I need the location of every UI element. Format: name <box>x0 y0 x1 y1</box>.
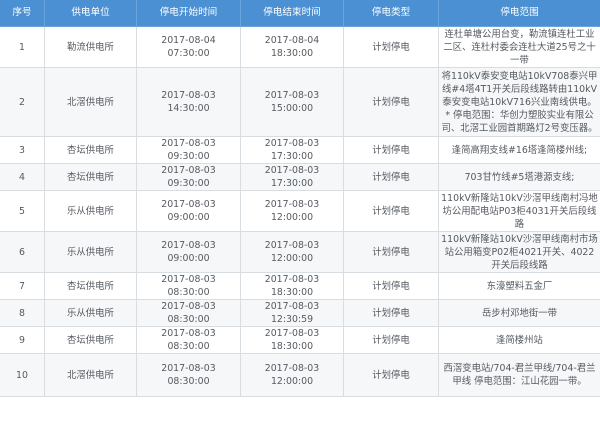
cell-outage-range: 110kV新隆站10kV沙滘甲线南村冯地坊公用配电站P03柜4031开关后段线路 <box>438 190 600 232</box>
cell-index: 2 <box>0 67 45 137</box>
cell-outage-range: 703甘竹线#5塔港源支线; <box>438 163 600 191</box>
cell-unit: 勒流供电所 <box>44 26 137 68</box>
header-end-time[interactable]: 停电结束时间 <box>240 0 344 27</box>
cell-index: 8 <box>0 299 45 327</box>
cell-outage-type: 计划停电 <box>343 272 439 300</box>
cell-start-time: 2017-08-03 14:30:00 <box>136 67 241 137</box>
cell-start-time: 2017-08-03 09:00:00 <box>136 231 241 273</box>
cell-unit: 杏坛供电所 <box>44 136 137 164</box>
cell-outage-type: 计划停电 <box>343 26 439 68</box>
table-row: 2 北滘供电所 2017-08-03 14:30:00 2017-08-03 1… <box>0 67 600 137</box>
cell-end-time: 2017-08-03 17:30:00 <box>240 136 344 164</box>
cell-unit: 乐从供电所 <box>44 299 137 327</box>
cell-outage-range: 西滘变电站/704-君兰甲线/704-君兰甲线 停电范围：江山花园一带。 <box>438 353 600 397</box>
cell-outage-type: 计划停电 <box>343 67 439 137</box>
cell-outage-range: 东濠塑料五金厂 <box>438 272 600 300</box>
table-row: 7 杏坛供电所 2017-08-03 08:30:00 2017-08-03 1… <box>0 272 600 300</box>
table-header-row: 序号 供电单位 停电开始时间 停电结束时间 停电类型 停电范围 <box>0 0 600 27</box>
cell-outage-type: 计划停电 <box>343 231 439 273</box>
table-row: 1 勒流供电所 2017-08-04 07:30:00 2017-08-04 1… <box>0 26 600 68</box>
cell-start-time: 2017-08-03 09:30:00 <box>136 163 241 191</box>
cell-start-time: 2017-08-03 09:30:00 <box>136 136 241 164</box>
cell-outage-range: 逢简高翔支线#16塔逢简楼州线; <box>438 136 600 164</box>
header-outage-range[interactable]: 停电范围 <box>438 0 600 27</box>
cell-outage-range: 将110kV泰安变电站10kV708泰兴甲线#4塔4T1开关后段线路转由110k… <box>438 67 600 137</box>
cell-index: 9 <box>0 326 45 354</box>
header-unit[interactable]: 供电单位 <box>44 0 137 27</box>
header-outage-type[interactable]: 停电类型 <box>343 0 439 27</box>
cell-end-time: 2017-08-03 18:30:00 <box>240 272 344 300</box>
cell-end-time: 2017-08-03 12:00:00 <box>240 190 344 232</box>
cell-start-time: 2017-08-03 08:30:00 <box>136 326 241 354</box>
table-row: 9 杏坛供电所 2017-08-03 08:30:00 2017-08-03 1… <box>0 326 600 354</box>
header-start-time[interactable]: 停电开始时间 <box>136 0 241 27</box>
cell-start-time: 2017-08-04 07:30:00 <box>136 26 241 68</box>
table-row: 4 杏坛供电所 2017-08-03 09:30:00 2017-08-03 1… <box>0 163 600 191</box>
cell-end-time: 2017-08-03 12:30:59 <box>240 299 344 327</box>
cell-index: 5 <box>0 190 45 232</box>
cell-index: 7 <box>0 272 45 300</box>
table-row: 5 乐从供电所 2017-08-03 09:00:00 2017-08-03 1… <box>0 190 600 232</box>
table-row: 8 乐从供电所 2017-08-03 08:30:00 2017-08-03 1… <box>0 299 600 327</box>
cell-outage-type: 计划停电 <box>343 190 439 232</box>
cell-unit: 杏坛供电所 <box>44 326 137 354</box>
cell-outage-range: 连杜单塘公用台变，勒流镇连杜工业二区、连杜村委会连杜大道25号之十一带 <box>438 26 600 68</box>
cell-index: 10 <box>0 353 45 397</box>
cell-end-time: 2017-08-04 18:30:00 <box>240 26 344 68</box>
outage-table-page: 序号 供电单位 停电开始时间 停电结束时间 停电类型 停电范围 1 勒流供电所 … <box>0 0 600 444</box>
cell-index: 3 <box>0 136 45 164</box>
cell-index: 1 <box>0 26 45 68</box>
power-outage-table: 序号 供电单位 停电开始时间 停电结束时间 停电类型 停电范围 1 勒流供电所 … <box>0 0 600 397</box>
cell-unit: 北滘供电所 <box>44 67 137 137</box>
cell-unit: 北滘供电所 <box>44 353 137 397</box>
cell-outage-type: 计划停电 <box>343 136 439 164</box>
cell-outage-type: 计划停电 <box>343 326 439 354</box>
cell-start-time: 2017-08-03 08:30:00 <box>136 299 241 327</box>
table-row: 3 杏坛供电所 2017-08-03 09:30:00 2017-08-03 1… <box>0 136 600 164</box>
cell-outage-range: 逢简楼州站 <box>438 326 600 354</box>
cell-end-time: 2017-08-03 12:00:00 <box>240 353 344 397</box>
cell-start-time: 2017-08-03 08:30:00 <box>136 353 241 397</box>
cell-outage-type: 计划停电 <box>343 163 439 191</box>
cell-end-time: 2017-08-03 12:00:00 <box>240 231 344 273</box>
cell-start-time: 2017-08-03 09:00:00 <box>136 190 241 232</box>
cell-end-time: 2017-08-03 18:30:00 <box>240 326 344 354</box>
cell-unit: 杏坛供电所 <box>44 272 137 300</box>
cell-end-time: 2017-08-03 15:00:00 <box>240 67 344 137</box>
header-index[interactable]: 序号 <box>0 0 45 27</box>
cell-outage-range: 110kV新隆站10kV沙滘甲线南村市场站公用箱变P02柜4021开关、4022… <box>438 231 600 273</box>
table-row: 6 乐从供电所 2017-08-03 09:00:00 2017-08-03 1… <box>0 231 600 273</box>
cell-unit: 乐从供电所 <box>44 190 137 232</box>
cell-index: 4 <box>0 163 45 191</box>
table-row: 10 北滘供电所 2017-08-03 08:30:00 2017-08-03 … <box>0 353 600 397</box>
cell-outage-type: 计划停电 <box>343 353 439 397</box>
cell-unit: 杏坛供电所 <box>44 163 137 191</box>
cell-index: 6 <box>0 231 45 273</box>
cell-end-time: 2017-08-03 17:30:00 <box>240 163 344 191</box>
cell-outage-type: 计划停电 <box>343 299 439 327</box>
cell-unit: 乐从供电所 <box>44 231 137 273</box>
cell-start-time: 2017-08-03 08:30:00 <box>136 272 241 300</box>
cell-outage-range: 岳步村邓地街一带 <box>438 299 600 327</box>
